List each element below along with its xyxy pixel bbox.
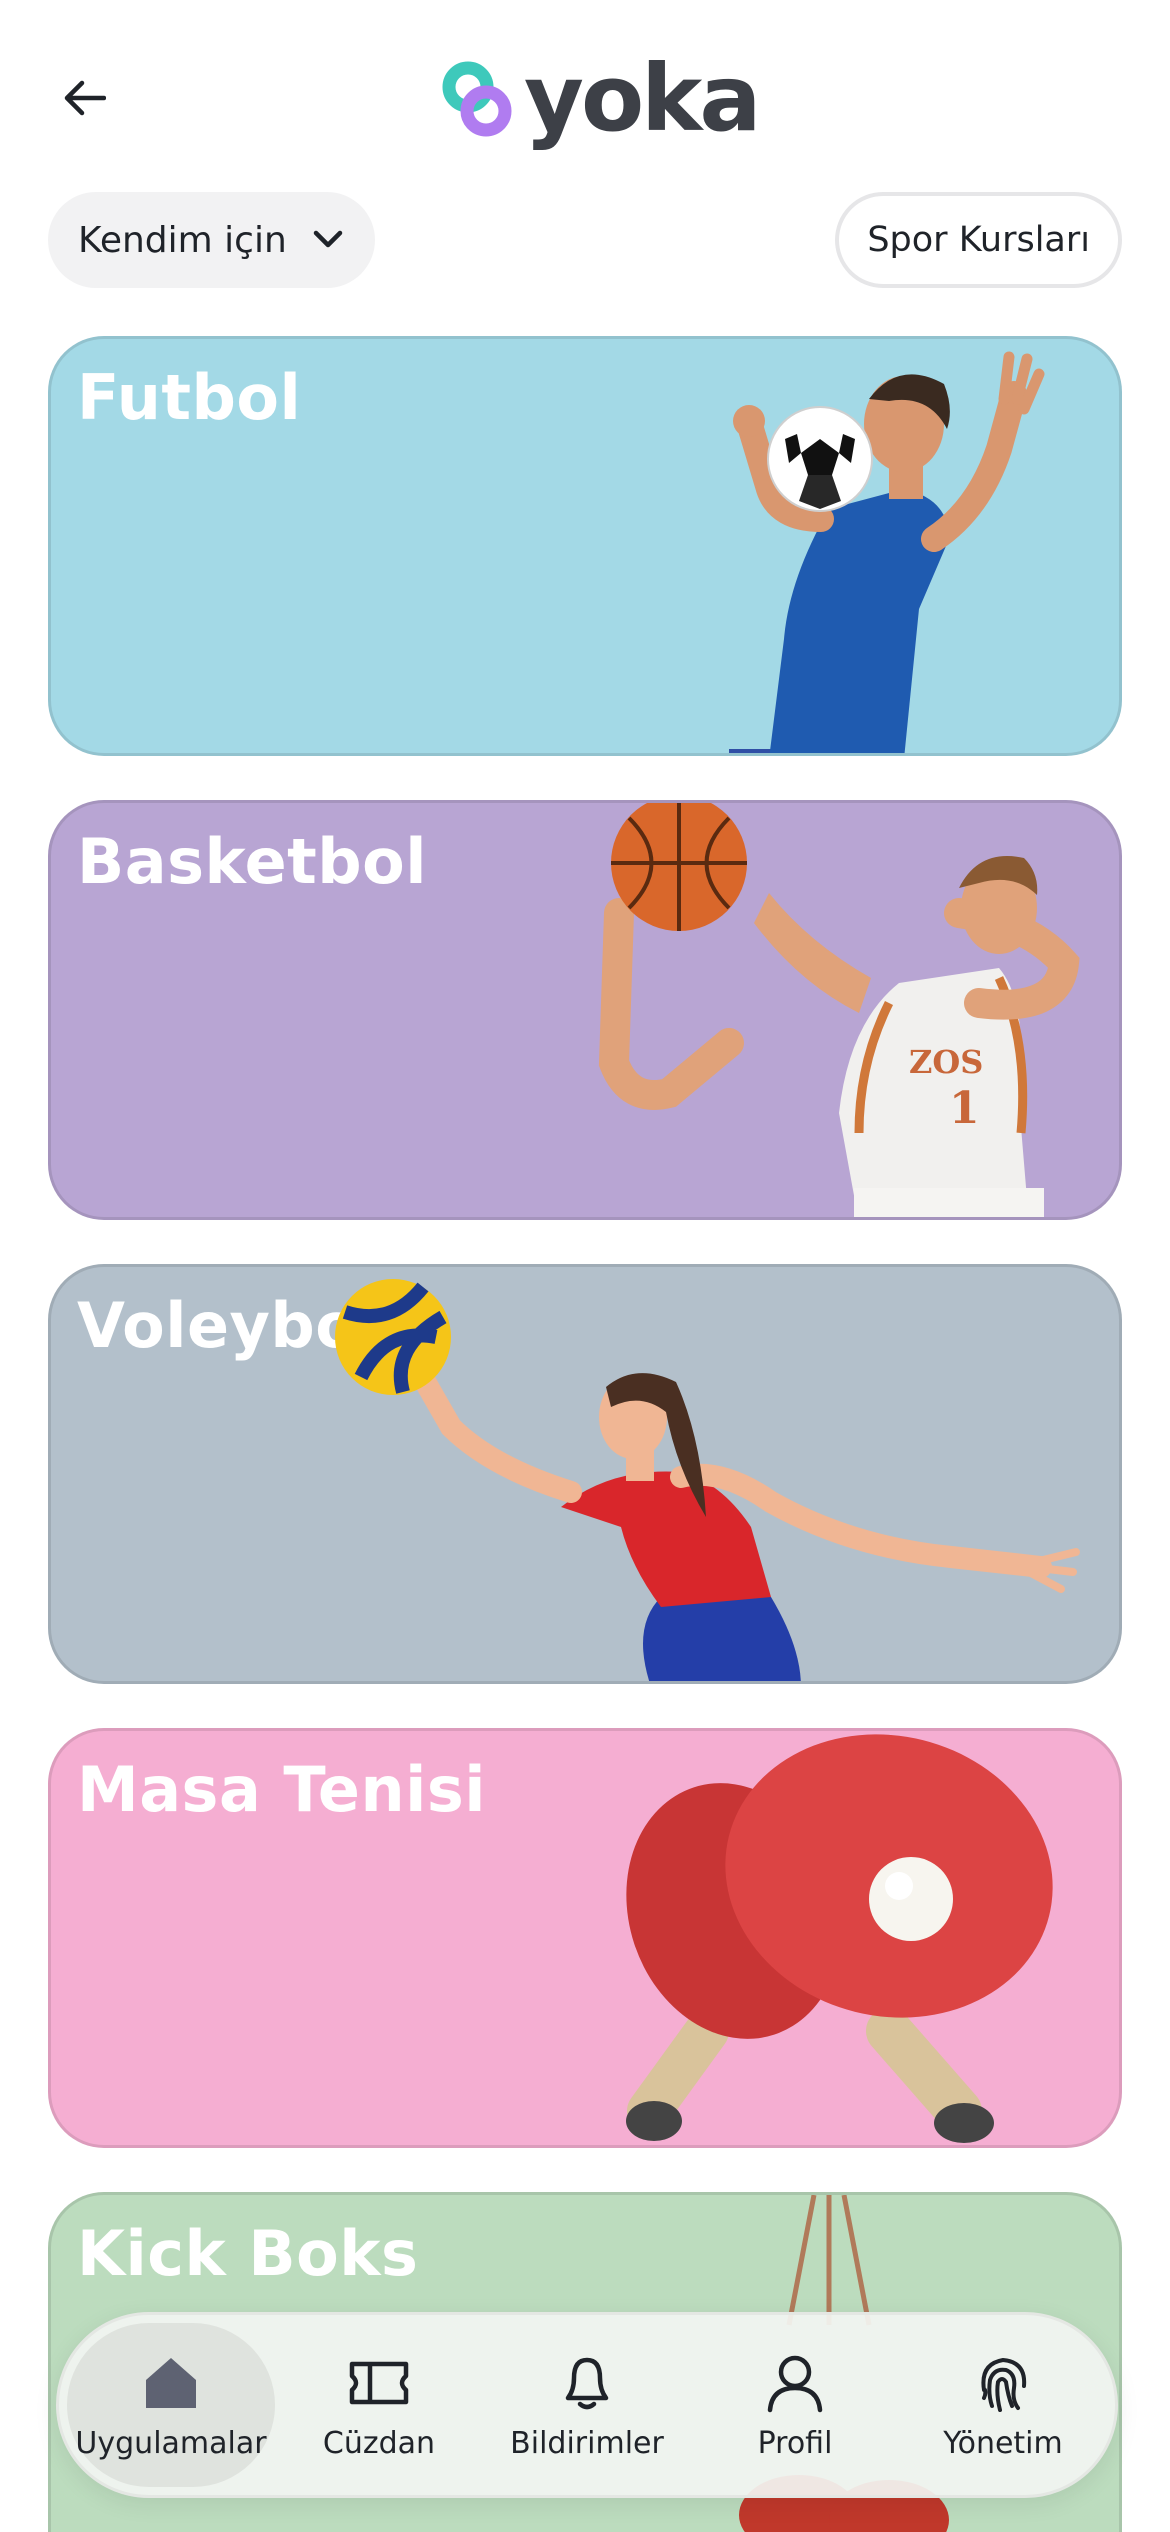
logo-text: yoka [524,45,761,152]
card-voleybol[interactable]: Voleybol [48,1264,1122,1684]
nav-item-cuzdan[interactable]: Cüzdan [275,2323,483,2487]
ticket-icon [349,2361,409,2404]
nav-label: Bildirimler [510,2425,664,2461]
audience-dropdown-value: Kendim için [78,219,287,261]
bottom-navigation: Uygulamalar Cüzdan Bildirimler Profil Yö… [56,2312,1118,2498]
user-icon [767,2355,823,2412]
home-icon [146,2357,196,2408]
soccer-player-image [729,351,1045,753]
table-tennis-paddles-image [626,1734,1053,2143]
logo-mark-icon [442,61,512,137]
svg-text:1: 1 [949,1083,980,1134]
nav-label: Yönetim [943,2425,1063,2461]
app-header: yoka [0,0,1170,190]
audience-dropdown[interactable]: Kendim için [48,192,375,288]
back-button[interactable] [52,66,116,130]
category-chip[interactable]: Spor Kursları [835,192,1122,288]
chevron-down-icon [313,230,343,248]
nav-label: Uygulamalar [75,2425,267,2461]
nav-item-uygulamalar[interactable]: Uygulamalar [67,2323,275,2487]
nav-item-yonetim[interactable]: Yönetim [899,2323,1107,2487]
basketball-player-image: ZOS 1 [598,803,1080,1217]
category-chip-label: Spor Kursları [867,220,1090,260]
yoka-logo: yoka [440,44,761,154]
bell-icon [565,2357,609,2409]
nav-item-bildirimler[interactable]: Bildirimler [483,2323,691,2487]
card-title: Basketbol [77,825,427,898]
nav-label: Profil [757,2425,833,2461]
nav-item-profil[interactable]: Profil [691,2323,899,2487]
card-title: Masa Tenisi [77,1753,487,1826]
card-title: Futbol [77,361,302,434]
arrow-left-icon [64,80,106,116]
svg-text:ZOS: ZOS [909,1043,983,1081]
volleyball-player-image [335,1279,1080,1681]
card-masa-tenisi[interactable]: Masa Tenisi [48,1728,1122,2148]
card-basketbol[interactable]: Basketbol ZOS 1 [48,800,1122,1220]
fingerprint-icon [981,2357,1027,2412]
card-title: Kick Boks [77,2217,419,2290]
card-futbol[interactable]: Futbol [48,336,1122,756]
filter-bar: Kendim için Spor Kursları [0,190,1170,290]
nav-label: Cüzdan [322,2425,436,2461]
